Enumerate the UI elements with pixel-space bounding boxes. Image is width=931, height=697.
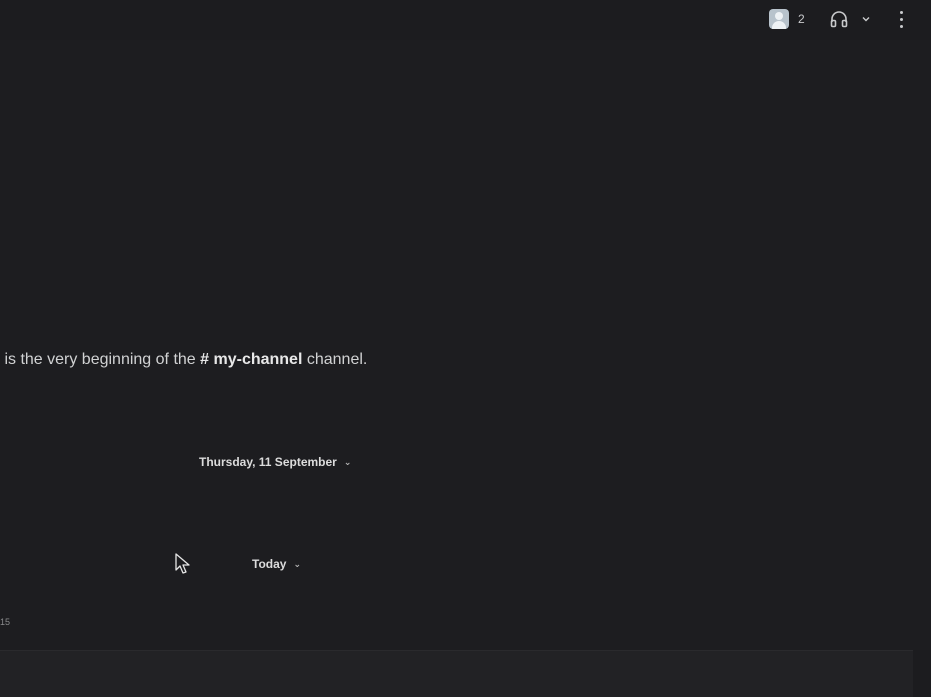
headphones-icon xyxy=(830,11,848,28)
channel-name: my-channel xyxy=(213,351,303,368)
chevron-down-icon: ⌄ xyxy=(343,456,352,467)
channel-link[interactable]: # my-channel xyxy=(200,351,302,368)
channel-header: 2 xyxy=(0,0,931,40)
huddle-button[interactable] xyxy=(829,8,871,30)
date-label: Today xyxy=(252,557,287,571)
member-count: 2 xyxy=(798,12,805,26)
hash-icon: # xyxy=(200,351,210,368)
intro-suffix: channel. xyxy=(302,351,368,368)
date-label: Thursday, 11 September xyxy=(199,455,337,469)
date-divider-today[interactable]: Today ⌄ xyxy=(252,557,301,571)
member-count-button[interactable]: 2 xyxy=(769,8,805,30)
chevron-down-icon: ⌄ xyxy=(293,558,301,569)
mouse-cursor-icon xyxy=(175,553,190,574)
channel-intro: s is the very beginning of the # my-chan… xyxy=(0,351,367,369)
message-list[interactable]: s is the very beginning of the # my-chan… xyxy=(0,40,931,650)
partial-timestamp: 15 xyxy=(0,617,11,627)
message-composer[interactable] xyxy=(0,650,913,697)
kebab-menu-icon[interactable] xyxy=(895,7,909,31)
intro-prefix: s is the very beginning of the xyxy=(0,351,201,368)
chevron-down-icon[interactable] xyxy=(861,14,871,24)
avatar-icon xyxy=(769,9,789,29)
date-divider-thursday[interactable]: Thursday, 11 September ⌄ xyxy=(199,455,351,469)
app-window: 2 s is the very beginning of the # my-ch… xyxy=(0,0,931,697)
